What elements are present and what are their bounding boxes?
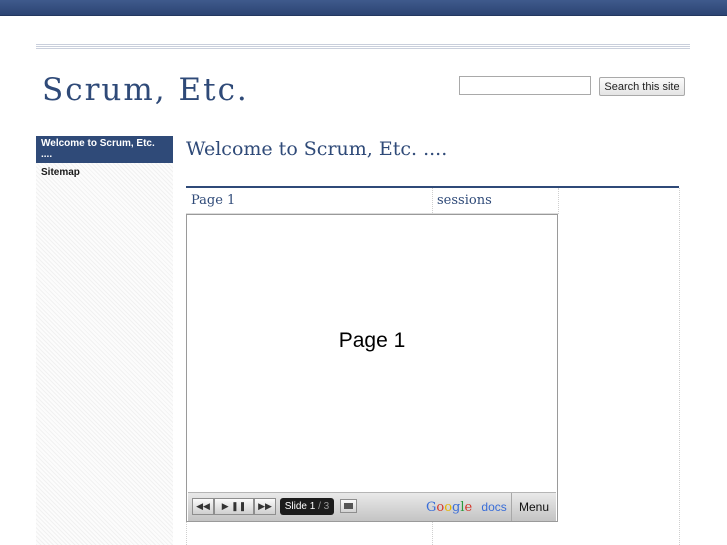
skip-forward-icon[interactable]: ▶▶ <box>254 498 276 515</box>
fullscreen-icon[interactable] <box>340 499 357 513</box>
brand-docs: docs <box>481 500 507 514</box>
slide-total: 3 <box>323 501 330 512</box>
menu-button[interactable]: Menu <box>515 500 553 514</box>
column-divider <box>679 188 680 545</box>
page-title: Welcome to Scrum, Etc. .... <box>186 138 448 160</box>
search-button[interactable]: Search this site <box>599 77 685 96</box>
gadget-title-sessions: sessions <box>437 193 492 208</box>
slide-content-text: Page 1 <box>338 329 406 352</box>
sidebar-item-sitemap[interactable]: Sitemap <box>36 163 173 182</box>
slide-counter[interactable]: Slide 1 / 3 <box>280 498 334 515</box>
top-bar <box>0 0 727 16</box>
play-pause-button[interactable]: ▶ ❚❚ <box>214 498 254 515</box>
slide-separator: / <box>318 501 321 512</box>
skip-back-icon[interactable]: ◀◀ <box>192 498 214 515</box>
header-divider <box>36 44 690 50</box>
search-input[interactable] <box>459 76 591 95</box>
gadget-title-page1: Page 1 <box>191 193 236 208</box>
sidebar: Welcome to Scrum, Etc. .... Sitemap <box>36 136 173 545</box>
menu-divider <box>511 493 512 521</box>
google-docs-logo[interactable]: Google docs <box>426 499 507 516</box>
site-title[interactable]: Scrum, Etc. <box>42 72 249 108</box>
pause-icon: ❚❚ <box>231 501 247 511</box>
slide-label: Slide 1 <box>284 501 316 512</box>
column-divider <box>186 522 188 545</box>
play-icon: ▶ <box>221 501 229 511</box>
brand-google: Google <box>426 500 473 515</box>
sidebar-item-welcome[interactable]: Welcome to Scrum, Etc. .... <box>36 136 173 163</box>
presentation-controls: ◀◀ ▶ ❚❚ ▶▶ Slide 1 / 3 Google docs Menu <box>188 492 556 521</box>
presentation-embed[interactable]: Page 1 ◀◀ ▶ ❚❚ ▶▶ Slide 1 / 3 Google doc… <box>186 214 558 522</box>
column-divider <box>558 188 559 214</box>
